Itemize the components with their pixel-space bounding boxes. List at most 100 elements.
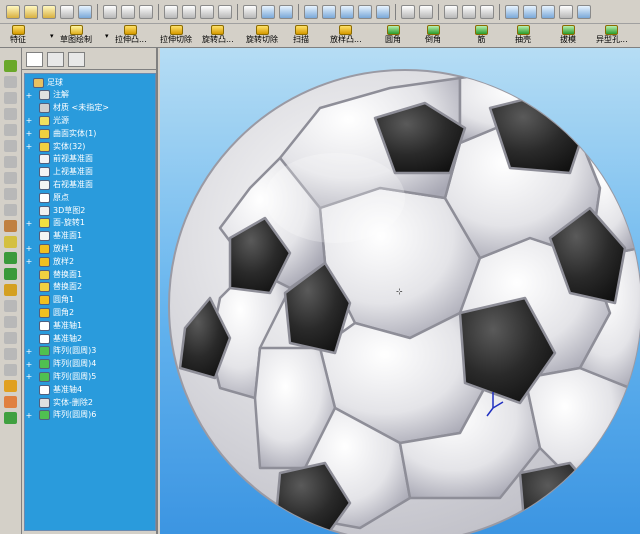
zoom-in-icon[interactable] [322, 4, 336, 19]
left-tool-icon[interactable] [4, 156, 17, 168]
view-orientation-icon[interactable] [577, 4, 591, 19]
feature-tree[interactable]: 足球 + 注解 材质 <未指定> + 光源 + 曲面实体(1) + 实体(32) 前视基准面 上视基准… [24, 73, 156, 531]
open-file-icon[interactable] [24, 4, 38, 19]
command-fillet-button[interactable]: 圆角 [385, 25, 401, 47]
top-view-icon[interactable] [541, 4, 555, 19]
zoom-area-icon[interactable] [304, 4, 318, 19]
command-revolve-boss-button[interactable]: 旋转凸... [202, 25, 234, 47]
tree-item[interactable]: 前视基准面 [25, 153, 155, 166]
tree-item[interactable]: 原点 [25, 191, 155, 204]
command-shell-button[interactable]: 抽壳 [515, 25, 531, 47]
expand-toggle-icon[interactable]: + [25, 91, 33, 100]
tree-item[interactable]: + 曲面实体(1) [25, 127, 155, 140]
expand-toggle-icon[interactable]: + [25, 219, 33, 228]
expand-toggle-icon[interactable]: + [25, 360, 33, 369]
graphics-area[interactable]: ⊹ [160, 48, 640, 534]
tree-item[interactable]: + 光源 [25, 114, 155, 127]
expand-toggle-icon[interactable]: + [25, 244, 33, 253]
shaded-icon[interactable] [444, 4, 458, 19]
expand-toggle-icon[interactable]: + [25, 116, 33, 125]
tree-item[interactable]: + 注解 [25, 89, 155, 102]
property-manager-tab[interactable] [47, 52, 64, 67]
wireframe-icon[interactable] [462, 4, 476, 19]
left-tool-icon[interactable] [4, 236, 17, 248]
left-tool-icon[interactable] [4, 332, 17, 344]
left-tool-icon[interactable] [4, 412, 17, 424]
tree-item[interactable]: + 实体(32) [25, 140, 155, 153]
tree-item[interactable]: 替换面2 [25, 281, 155, 294]
tree-item[interactable]: 圆角1 [25, 294, 155, 307]
expand-toggle-icon[interactable]: + [25, 129, 33, 138]
command-chamfer-button[interactable]: 倒角 [425, 25, 441, 47]
command-extrude-boss-button[interactable]: 拉伸凸... [115, 25, 147, 47]
dropdown-arrow-icon[interactable]: ▾ [105, 32, 109, 40]
perspective-icon[interactable] [480, 4, 494, 19]
left-tool-icon[interactable] [4, 92, 17, 104]
cut-icon[interactable] [103, 4, 117, 19]
tree-item[interactable]: + 放样2 [25, 255, 155, 268]
grid-icon[interactable] [243, 4, 257, 19]
left-tool-icon[interactable] [4, 60, 17, 72]
left-tool-icon[interactable] [4, 284, 17, 296]
expand-toggle-icon[interactable]: + [25, 142, 33, 151]
tree-item[interactable]: 足球 [25, 76, 155, 89]
left-tool-icon[interactable] [4, 172, 17, 184]
tree-item[interactable]: 右视基准面 [25, 178, 155, 191]
zoom-fit-icon[interactable] [279, 4, 293, 19]
display-style-icon[interactable] [559, 4, 573, 19]
tree-item[interactable]: + 阵列(圆周)3 [25, 345, 155, 358]
undo-icon[interactable] [121, 4, 135, 19]
print-preview-icon[interactable] [78, 4, 92, 19]
tree-item[interactable]: 实体-删除2 [25, 396, 155, 409]
command-draft-button[interactable]: 拔模 [560, 25, 576, 47]
left-tool-icon[interactable] [4, 300, 17, 312]
command-sketch-draw-button[interactable]: 草图绘制 [60, 25, 92, 47]
tree-item[interactable]: + 放样1 [25, 242, 155, 255]
select-icon[interactable] [164, 4, 178, 19]
options-icon[interactable] [218, 4, 232, 19]
rebuild-icon[interactable] [200, 4, 214, 19]
command-loft-button[interactable]: 放样凸... [330, 25, 362, 47]
left-tool-icon[interactable] [4, 204, 17, 216]
expand-toggle-icon[interactable]: + [25, 257, 33, 266]
expand-toggle-icon[interactable]: + [25, 372, 33, 381]
left-tool-icon[interactable] [4, 108, 17, 120]
tree-item[interactable]: 基准轴2 [25, 332, 155, 345]
expand-toggle-icon[interactable]: + [25, 411, 33, 420]
left-tool-icon[interactable] [4, 268, 17, 280]
tree-item[interactable]: 基准轴4 [25, 383, 155, 396]
feature-manager-tab[interactable] [26, 52, 43, 67]
view-icon[interactable] [261, 4, 275, 19]
tree-item[interactable]: 基准轴1 [25, 319, 155, 332]
command-extrude-cut-button[interactable]: 拉伸切除 [160, 25, 192, 47]
tree-item[interactable]: 替换面1 [25, 268, 155, 281]
save-icon[interactable] [42, 4, 56, 19]
tree-item[interactable]: 上视基准面 [25, 166, 155, 179]
left-tool-icon[interactable] [4, 396, 17, 408]
pan-icon[interactable] [358, 4, 372, 19]
tree-item[interactable]: + 面-旋转1 [25, 217, 155, 230]
expand-toggle-icon[interactable]: + [25, 347, 33, 356]
left-tool-icon[interactable] [4, 220, 17, 232]
command-sweep-button[interactable]: 扫描 [293, 25, 309, 47]
redo-icon[interactable] [139, 4, 153, 19]
section-view-icon[interactable] [376, 4, 390, 19]
print-icon[interactable] [60, 4, 74, 19]
appearance-icon[interactable] [419, 4, 433, 19]
tree-item[interactable]: 材质 <未指定> [25, 102, 155, 115]
command-revolve-cut-button[interactable]: 旋转切除 [246, 25, 278, 47]
left-tool-icon[interactable] [4, 364, 17, 376]
left-tool-icon[interactable] [4, 124, 17, 136]
front-view-icon[interactable] [505, 4, 519, 19]
left-tool-icon[interactable] [4, 348, 17, 360]
new-file-icon[interactable] [6, 4, 20, 19]
tree-item[interactable]: + 阵列(圆周)4 [25, 358, 155, 371]
rotate-icon[interactable] [340, 4, 354, 19]
left-tool-icon[interactable] [4, 188, 17, 200]
configuration-manager-tab[interactable] [68, 52, 85, 67]
dropdown-arrow-icon[interactable]: ▾ [50, 32, 54, 40]
left-tool-icon[interactable] [4, 140, 17, 152]
tree-item[interactable]: + 阵列(圆周)6 [25, 409, 155, 422]
left-tool-icon[interactable] [4, 380, 17, 392]
help-icon[interactable] [401, 4, 415, 19]
